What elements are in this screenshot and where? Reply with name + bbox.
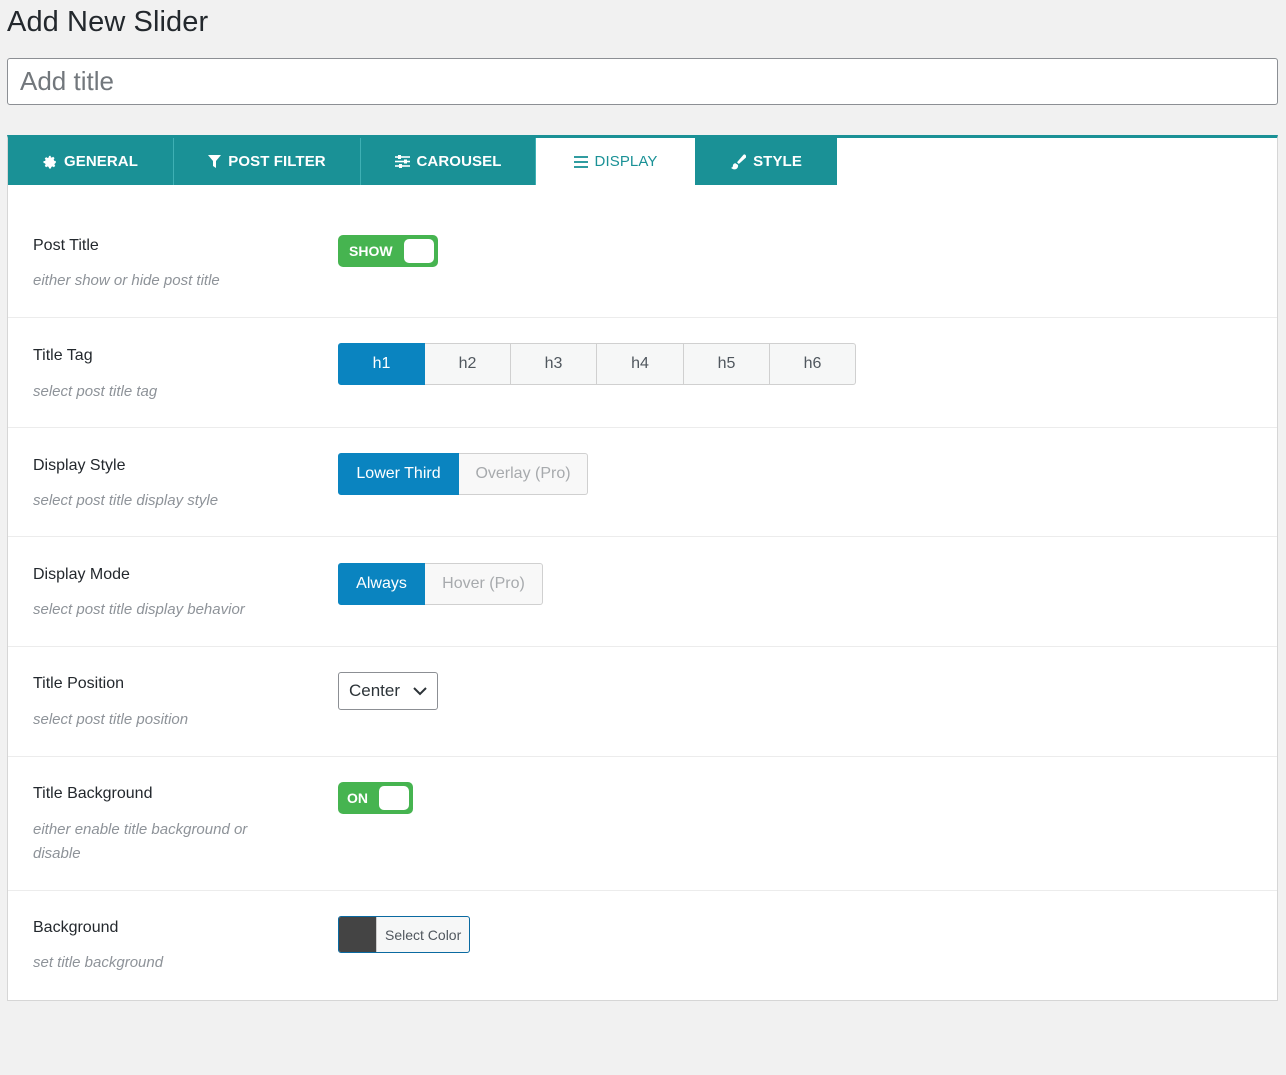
tab-bar: GENERAL POST FILTER CAROUSEL DISPLAY STY… — [8, 138, 1277, 185]
title-background-toggle[interactable]: ON — [338, 782, 413, 814]
display-mode-group: Always Hover (Pro) — [338, 563, 543, 605]
tab-general[interactable]: GENERAL — [8, 138, 174, 185]
setting-post-title: Post Title either show or hide post titl… — [8, 185, 1277, 318]
tab-carousel[interactable]: CAROUSEL — [361, 138, 536, 185]
tab-style[interactable]: STYLE — [695, 138, 837, 185]
always-button[interactable]: Always — [338, 563, 425, 605]
tab-label: DISPLAY — [594, 153, 658, 170]
toggle-label: ON — [347, 790, 368, 806]
setting-description: either show or hide post title — [33, 272, 220, 289]
title-position-select[interactable]: Center — [338, 672, 438, 710]
title-tag-h4-button[interactable]: h4 — [597, 343, 684, 385]
select-color-label: Select Color — [376, 917, 469, 952]
tab-post-filter[interactable]: POST FILTER — [174, 138, 361, 185]
tab-label: GENERAL — [63, 153, 139, 170]
setting-description: select post title position — [33, 711, 189, 728]
title-input[interactable] — [7, 58, 1278, 105]
setting-label: Background — [33, 919, 119, 936]
setting-label: Title Tag — [33, 347, 93, 364]
tab-label: CAROUSEL — [416, 153, 502, 170]
toggle-knob — [379, 786, 409, 810]
toggle-label: SHOW — [349, 243, 393, 259]
sliders-icon — [394, 155, 410, 168]
gear-icon — [43, 155, 57, 169]
setting-label: Display Style — [33, 457, 126, 474]
setting-background: Background set title background Select C… — [8, 891, 1277, 1001]
post-title-toggle[interactable]: SHOW — [338, 235, 438, 267]
toggle-knob — [404, 239, 434, 263]
hover-pro-button[interactable]: Hover (Pro) — [425, 563, 543, 605]
title-tag-h3-button[interactable]: h3 — [511, 343, 597, 385]
setting-label: Post Title — [33, 237, 99, 254]
page-title: Add New Slider — [7, 6, 209, 38]
setting-description: select post title display behavior — [33, 601, 245, 618]
setting-display-mode: Display Mode select post title display b… — [8, 537, 1277, 647]
display-style-group: Lower Third Overlay (Pro) — [338, 453, 588, 495]
tab-label: POST FILTER — [228, 153, 326, 170]
title-tag-h5-button[interactable]: h5 — [684, 343, 770, 385]
overlay-pro-button[interactable]: Overlay (Pro) — [459, 453, 588, 495]
brush-icon — [730, 153, 747, 170]
setting-description: select post title tag — [33, 383, 158, 400]
list-icon — [573, 155, 588, 168]
tab-display[interactable]: DISPLAY — [536, 138, 695, 185]
setting-display-style: Display Style select post title display … — [8, 428, 1277, 537]
setting-label: Display Mode — [33, 566, 130, 583]
settings-panel: GENERAL POST FILTER CAROUSEL DISPLAY STY… — [7, 135, 1278, 1001]
tab-label: STYLE — [753, 153, 802, 170]
lower-third-button[interactable]: Lower Third — [338, 453, 459, 495]
title-tag-h6-button[interactable]: h6 — [770, 343, 856, 385]
title-tag-group: h1 h2 h3 h4 h5 h6 — [338, 343, 856, 385]
title-tag-h1-button[interactable]: h1 — [338, 343, 425, 385]
setting-label: Title Background — [33, 785, 153, 802]
chevron-down-icon — [413, 681, 427, 701]
setting-description: set title background — [33, 954, 164, 971]
select-value: Center — [349, 681, 401, 700]
setting-title-background: Title Background either enable title bac… — [8, 757, 1277, 891]
title-tag-h2-button[interactable]: h2 — [425, 343, 511, 385]
setting-label: Title Position — [33, 675, 124, 692]
setting-description: either enable title background or disabl… — [33, 821, 248, 862]
color-swatch — [339, 917, 376, 952]
select-color-button[interactable]: Select Color — [338, 916, 471, 953]
filter-icon — [208, 154, 222, 169]
setting-title-tag: Title Tag select post title tag h1 h2 h3… — [8, 318, 1277, 428]
setting-title-position: Title Position select post title positio… — [8, 647, 1277, 757]
setting-description: select post title display style — [33, 492, 219, 509]
